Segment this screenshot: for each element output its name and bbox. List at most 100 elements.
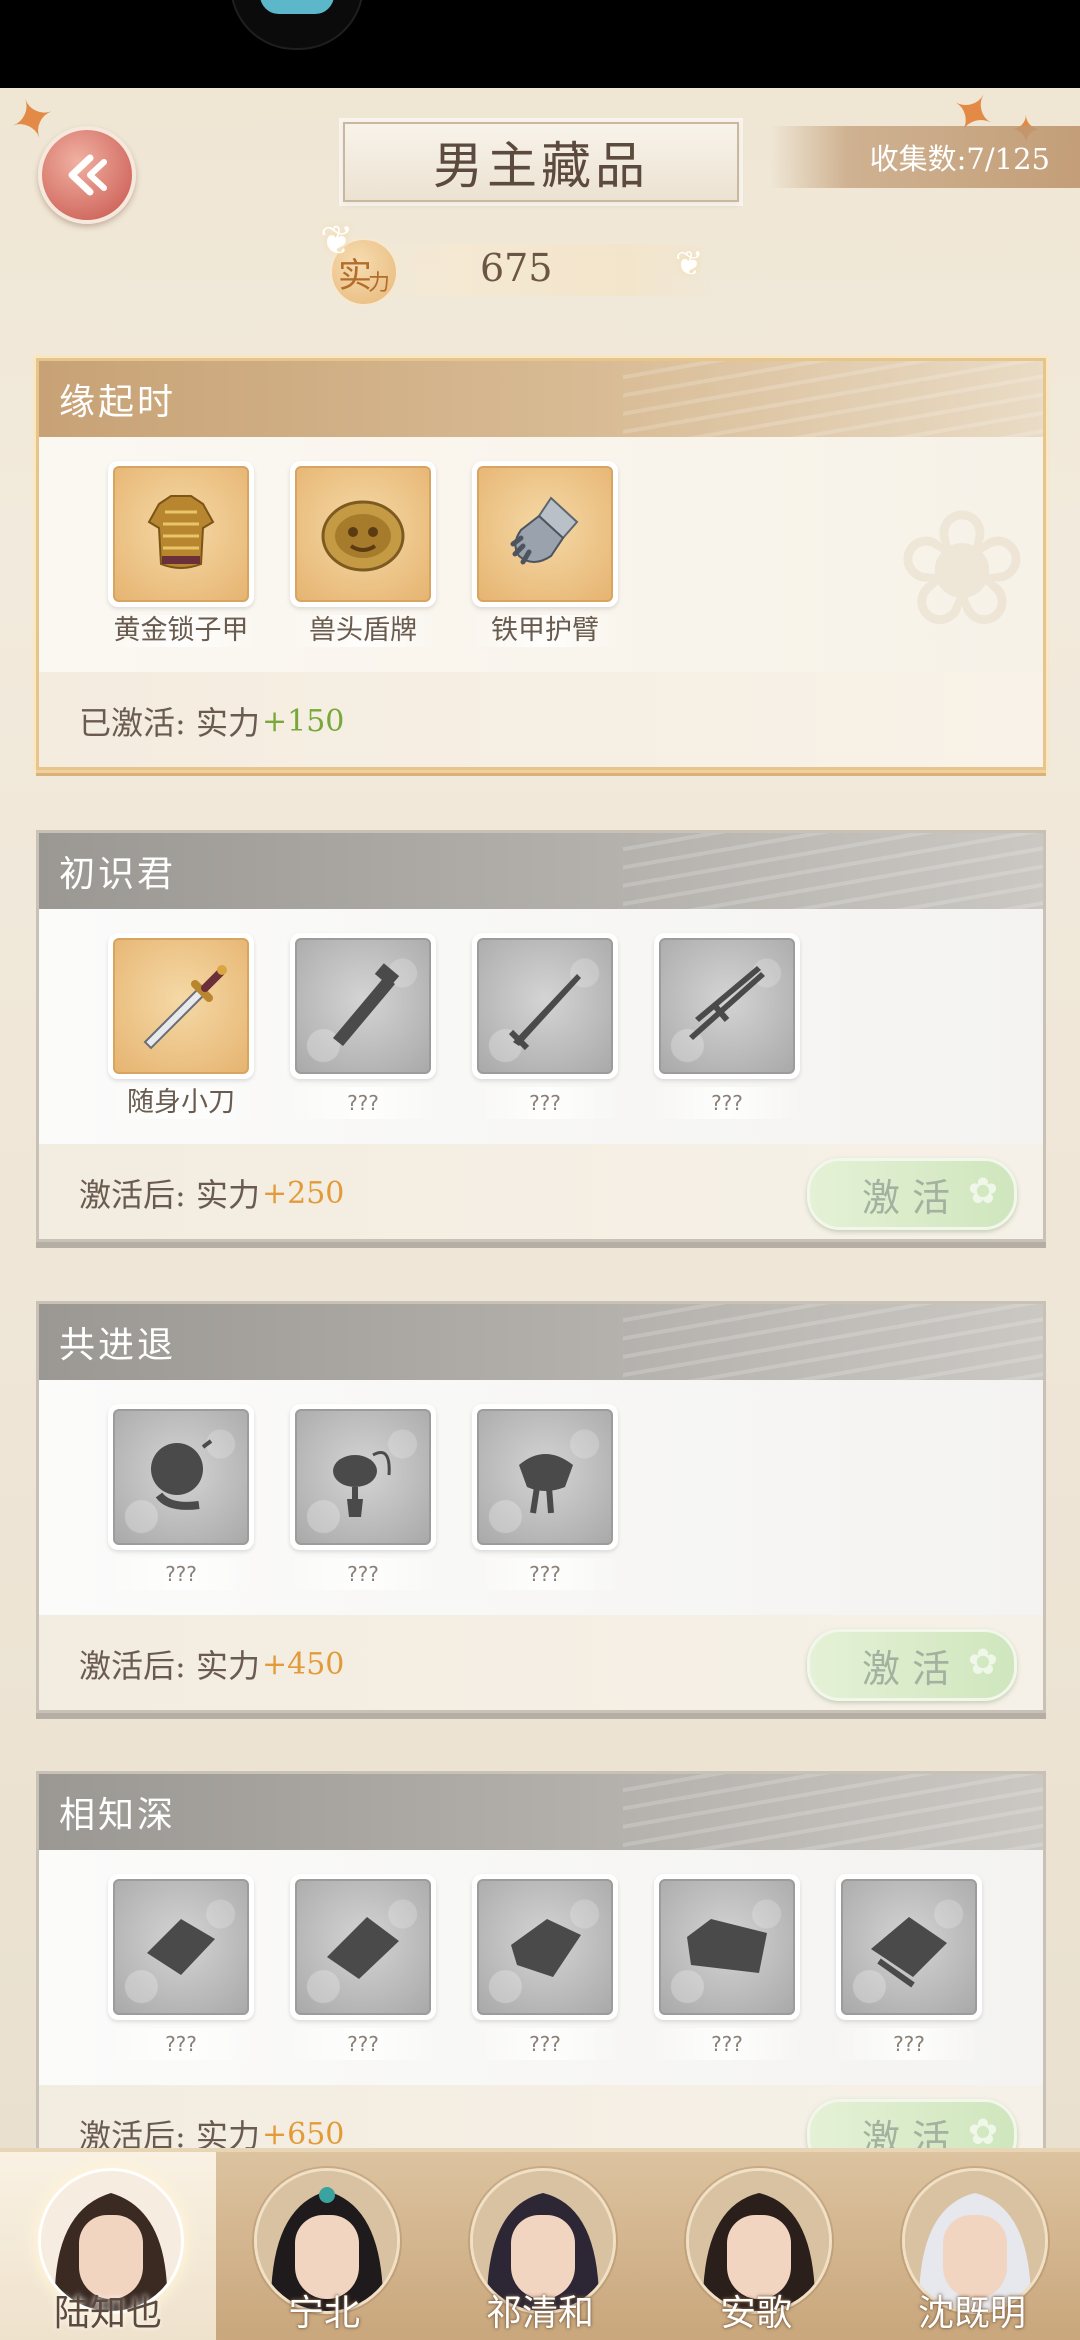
tassel-ornament-silhouette-icon [333,1451,391,1517]
set-items: ??? ??? ??? ??? ??? [39,1850,1043,2085]
set-card-gongjintui: 共进退 ??? ??? ??? 激活后: 实力 +450 激活 ✿ [36,1301,1046,1713]
letter-silhouette-icon [327,1917,399,1979]
butterfly-icon: ❦ [320,218,354,264]
item-slot [659,938,795,1074]
item-name: ??? [651,2028,803,2060]
collection-item[interactable]: 黄金锁子甲 [105,461,257,672]
set-header: 共进退 [39,1304,1043,1380]
character-tab-shenjiming[interactable]: 沈既明 [864,2152,1080,2340]
iron-gauntlet-icon [510,496,579,565]
character-name: 祁清和 [485,2293,594,2334]
open-book-silhouette-icon [687,1919,767,1973]
item-name: ??? [469,1087,621,1119]
power-display: 实力 675 ❦ ❦ [320,218,730,306]
item-frame [472,933,618,1079]
collection-item[interactable]: 铁甲护臂 [469,461,621,672]
item-slot [295,1879,431,2015]
collection-item[interactable]: ??? [287,1404,439,1615]
item-slot [659,1879,795,2015]
set-card-xiangzhishen: 相知深 ??? ??? ??? ??? ??? 激活后: 实力 +650 激活 … [36,1771,1046,2183]
collection-item[interactable]: ??? [469,933,621,1144]
item-slot [295,466,431,602]
set-footer: 激活后: 实力 +250 激活 [39,1144,1043,1239]
collection-item[interactable]: ??? [651,933,803,1144]
item-frame [472,1874,618,2020]
item-name: ??? [105,2028,257,2060]
item-name: ??? [287,1087,439,1119]
notification-mascot [230,0,364,50]
header-swirl [623,361,1043,437]
item-frame [472,1404,618,1550]
item-frame [290,1404,436,1550]
item-name: ??? [287,1558,439,1590]
collection-item[interactable]: ??? [287,933,439,1144]
page-title-text: 男主藏品 [433,137,649,195]
collection-item[interactable]: 兽头盾牌 [287,461,439,672]
back-button[interactable] [38,126,136,224]
page-title: 男主藏品 [343,122,739,202]
item-frame [108,461,254,607]
character-tab-ningbei[interactable]: 宁北 [216,2152,432,2340]
character-tab-ange[interactable]: 安歌 [648,2152,864,2340]
bonus-value: +450 [261,1646,345,1682]
header-swirl [623,1304,1043,1380]
item-name: ??? [469,2028,621,2060]
collection-count-text: 收集数:7/125 [869,142,1050,176]
scroll-silhouette-icon [147,1919,215,1975]
item-slot [841,1879,977,2015]
golden-armor-icon [147,495,215,569]
collection-item[interactable]: ??? [105,1874,257,2085]
collection-item[interactable]: 随身小刀 [105,933,257,1144]
power-seal-small: 力 [367,271,390,296]
item-slot [477,1879,613,2015]
item-slot [113,466,249,602]
bonus-label: 激活后: 实力 [79,1647,260,1685]
set-title: 相知深 [59,1795,177,1836]
lotus-decoration: ❀ [894,475,1029,662]
set-items: ??? ??? ??? [39,1380,1043,1615]
item-name: ??? [287,2028,439,2060]
activate-button[interactable]: 激活 [807,1158,1017,1230]
collection-item[interactable]: ??? [287,1874,439,2085]
bonus-value: +150 [261,703,345,739]
collection-item[interactable]: ??? [105,1404,257,1615]
set-header: 初识君 [39,833,1043,909]
item-frame [290,1874,436,2020]
character-name: 宁北 [287,2293,360,2334]
bonus-label: 已激活: 实力 [79,704,260,742]
collection-item[interactable]: ??? [469,1404,621,1615]
item-frame [108,1404,254,1550]
collection-item[interactable]: ??? [833,1874,985,2085]
round-pendant-silhouette-icon [151,1439,213,1510]
activate-button[interactable]: 激活 [807,1629,1017,1701]
papers-silhouette-icon [871,1917,947,1988]
collection-item[interactable]: ??? [469,1874,621,2085]
mascot-icon [260,0,334,14]
item-name: ??? [651,1087,803,1119]
back-arrow-icon [68,154,107,196]
collection-item[interactable]: ??? [651,1874,803,2085]
character-tab-qiqinghe[interactable]: 祁清和 [432,2152,648,2340]
item-name: ??? [469,1558,621,1590]
character-tab-luzhiye[interactable]: 陆知也 [0,2152,216,2340]
item-slot [477,466,613,602]
set-footer: 激活后: 实力 +450 激活 [39,1615,1043,1710]
pouch-silhouette-icon [519,1454,573,1514]
character-tab-bar: 陆知也 宁北 祁清和 安歌 沈既明 [0,2148,1080,2340]
dagger-icon [143,965,227,1050]
character-name: 安歌 [719,2293,792,2334]
header-swirl [623,833,1043,909]
item-slot [113,938,249,1074]
item-slot [113,1409,249,1545]
header-swirl [623,1774,1043,1850]
butterfly-icon: ❦ [675,244,704,284]
set-items: 黄金锁子甲 兽头盾牌 铁甲护臂 ❀ [39,437,1043,672]
set-footer: 已激活: 实力 +150 [39,672,1043,767]
club-silhouette-icon [333,963,400,1046]
item-slot [113,1879,249,2015]
item-frame [654,933,800,1079]
bonus-value: +250 [261,1175,345,1211]
item-slot [295,1409,431,1545]
set-card-chushijun: 初识君 随身小刀 ??? ??? ??? 激活后: 实力 +250 激活 ✿ [36,830,1046,1242]
item-frame [108,933,254,1079]
